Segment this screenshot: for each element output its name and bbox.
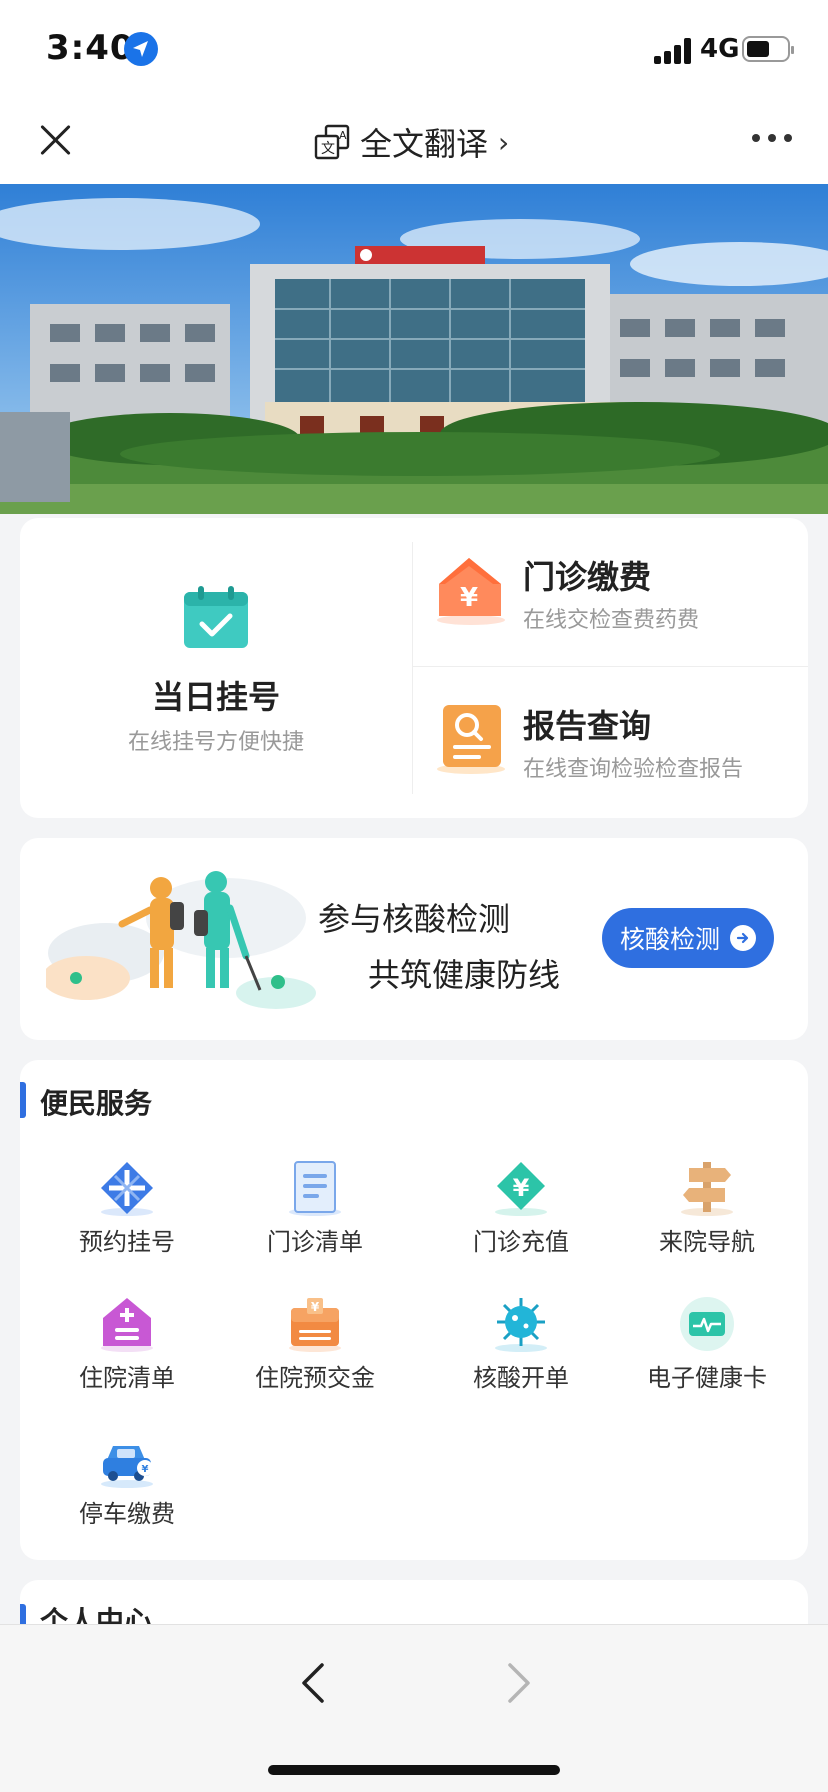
nucleic-test-banner: 参与核酸检测 共筑健康防线 核酸检测 (20, 838, 808, 1040)
grid-item-label: 门诊充值 (473, 1228, 569, 1256)
svg-text:¥: ¥ (513, 1174, 530, 1202)
car-icon: ¥ (99, 1432, 155, 1488)
outpatient-payment-button[interactable]: ¥ 门诊缴费 在线交检查费药费 (413, 518, 808, 666)
svg-text:A: A (339, 129, 347, 142)
calendar-check-icon (182, 584, 250, 656)
arrow-right-circle-icon (730, 925, 756, 951)
grid-item-label: 电子健康卡 (647, 1364, 767, 1392)
translate-label: 全文翻译 (360, 125, 489, 163)
grid-item-label: 停车缴费 (79, 1500, 175, 1528)
grid-item-nucleic-order[interactable]: 核酸开单 (426, 1296, 616, 1426)
list-doc-icon (287, 1160, 343, 1216)
report-search-icon (433, 703, 505, 779)
status-bar: 3:40 4G (0, 0, 828, 100)
svg-text:¥: ¥ (460, 583, 478, 613)
nucleic-slogan-line1: 参与核酸检测 (318, 900, 511, 938)
grid-item-label: 来院导航 (659, 1228, 755, 1256)
report-query-subtitle: 在线查询检验检查报告 (523, 757, 744, 782)
translate-button[interactable]: 文 A 全文翻译 › (314, 116, 509, 168)
grid-item-label: 门诊清单 (267, 1228, 363, 1256)
grid-item-inpatient-list[interactable]: 住院清单 (32, 1296, 222, 1426)
grid-item-health-card[interactable]: 电子健康卡 (612, 1296, 802, 1426)
disinfection-workers-illustration (42, 858, 316, 1022)
same-day-registration-button[interactable]: 当日挂号 在线挂号方便快捷 (20, 518, 412, 818)
grid-item-parking-payment[interactable]: ¥ 停车缴费 (32, 1432, 222, 1562)
more-options-icon[interactable] (752, 134, 792, 146)
grid-item-label: 住院预交金 (255, 1364, 375, 1392)
grid-item-hospital-navigation[interactable]: 来院导航 (612, 1160, 802, 1290)
section-accent-bar (20, 1082, 26, 1118)
grid-item-label: 住院清单 (79, 1364, 175, 1392)
nucleic-test-button[interactable]: 核酸检测 (602, 908, 774, 968)
nav-bar: 文 A 全文翻译 › (0, 100, 828, 184)
chevron-right-icon: › (498, 125, 510, 159)
svg-text:文: 文 (321, 141, 335, 157)
health-card-icon (679, 1296, 735, 1352)
grid-item-outpatient-list[interactable]: 门诊清单 (220, 1160, 410, 1290)
svg-text:¥: ¥ (311, 1300, 320, 1314)
svg-text:¥: ¥ (142, 1464, 149, 1475)
nucleic-slogan-line2: 共筑健康防线 (368, 956, 561, 994)
translate-icon: 文 A (314, 124, 350, 160)
appointment-icon (99, 1160, 155, 1216)
registration-subtitle: 在线挂号方便快捷 (127, 730, 304, 755)
virus-icon (493, 1296, 549, 1352)
report-query-button[interactable]: 报告查询 在线查询检验检查报告 (413, 667, 808, 815)
main-services-card: 当日挂号 在线挂号方便快捷 ¥ 门诊缴费 在线交检查费药费 报告查询 在线查询检… (20, 518, 808, 818)
recharge-icon: ¥ (493, 1160, 549, 1216)
close-icon[interactable] (36, 120, 76, 160)
cellular-signal-icon (654, 38, 698, 64)
grid-item-label: 预约挂号 (79, 1228, 175, 1256)
convenience-services-card: 便民服务 预约挂号 门诊清单 ¥ 门诊充值 来院导航 住院清单 ¥ 住院预交金 … (20, 1060, 808, 1560)
hospital-banner-image (0, 184, 828, 514)
signpost-icon (679, 1160, 735, 1216)
convenience-section-title: 便民服务 (40, 1087, 153, 1120)
payment-house-icon: ¥ (433, 554, 505, 630)
location-arrow-icon (124, 32, 158, 66)
nucleic-test-button-label: 核酸检测 (619, 925, 720, 954)
hospital-house-icon (99, 1296, 155, 1352)
status-time: 3:40 (46, 28, 135, 68)
grid-item-label: 核酸开单 (473, 1364, 569, 1392)
browser-toolbar (0, 1624, 828, 1792)
registration-title: 当日挂号 (151, 678, 280, 716)
home-indicator[interactable] (268, 1765, 560, 1775)
battery-icon (742, 36, 794, 62)
report-query-title: 报告查询 (523, 707, 652, 745)
back-arrow-icon[interactable] (296, 1661, 332, 1709)
forward-arrow-icon[interactable] (500, 1661, 536, 1709)
network-type: 4G (700, 34, 740, 64)
grid-item-outpatient-recharge[interactable]: ¥ 门诊充值 (426, 1160, 616, 1290)
outpatient-payment-title: 门诊缴费 (523, 558, 652, 596)
deposit-box-icon: ¥ (287, 1296, 343, 1352)
outpatient-payment-subtitle: 在线交检查费药费 (523, 608, 700, 633)
grid-item-appointment[interactable]: 预约挂号 (32, 1160, 222, 1290)
grid-item-inpatient-deposit[interactable]: ¥ 住院预交金 (220, 1296, 410, 1426)
